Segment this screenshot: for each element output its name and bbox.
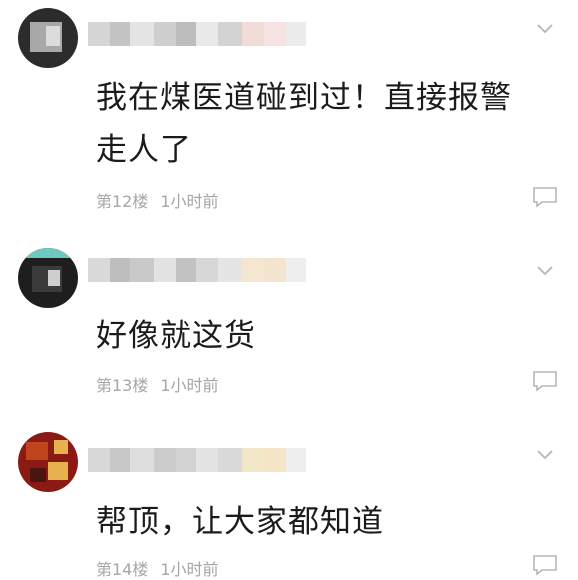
comment-text: 好像就这货: [96, 318, 256, 354]
floor-number: 第13楼: [96, 376, 149, 395]
comment-bubble-icon[interactable]: [532, 554, 558, 576]
comment-text: 我在煤医道碰到过！直接报警走人了: [96, 80, 512, 168]
username-blurred: [88, 448, 306, 472]
comment-meta: 第14楼 1小时前: [96, 556, 219, 580]
timestamp: 1小时前: [160, 560, 219, 579]
avatar[interactable]: [18, 8, 78, 68]
comment-meta: 第12楼 1小时前: [96, 188, 219, 212]
floor-number: 第12楼: [96, 192, 149, 211]
chevron-down-icon[interactable]: [536, 446, 554, 464]
comment-bubble-icon[interactable]: [532, 370, 558, 392]
comment-text: 帮顶，让大家都知道: [96, 504, 384, 540]
chevron-down-icon[interactable]: [536, 20, 554, 38]
floor-number: 第14楼: [96, 560, 149, 579]
username-blurred: [88, 258, 306, 282]
username-blurred: [88, 22, 306, 46]
timestamp: 1小时前: [160, 192, 219, 211]
comment-bubble-icon[interactable]: [532, 186, 558, 208]
timestamp: 1小时前: [160, 376, 219, 395]
avatar[interactable]: [18, 432, 78, 492]
comment-meta: 第13楼 1小时前: [96, 372, 219, 396]
chevron-down-icon[interactable]: [536, 262, 554, 280]
avatar[interactable]: [18, 248, 78, 308]
